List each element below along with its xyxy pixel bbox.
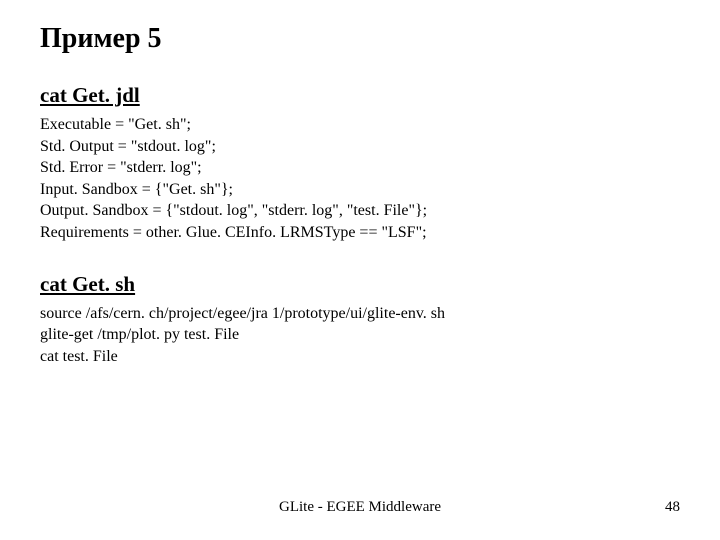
footer-text: GLite - EGEE Middleware	[0, 499, 720, 516]
section-body-sh: source /afs/cern. ch/project/egee/jra 1/…	[40, 303, 680, 368]
section-body-jdl: Executable = "Get. sh"; Std. Output = "s…	[40, 114, 680, 244]
section-heading-sh: cat Get. sh	[40, 272, 680, 297]
section-heading-jdl: cat Get. jdl	[40, 83, 680, 108]
page-title: Пример 5	[40, 24, 680, 55]
slide-page: Пример 5 cat Get. jdl Executable = "Get.…	[0, 0, 720, 540]
page-number: 48	[665, 499, 680, 516]
